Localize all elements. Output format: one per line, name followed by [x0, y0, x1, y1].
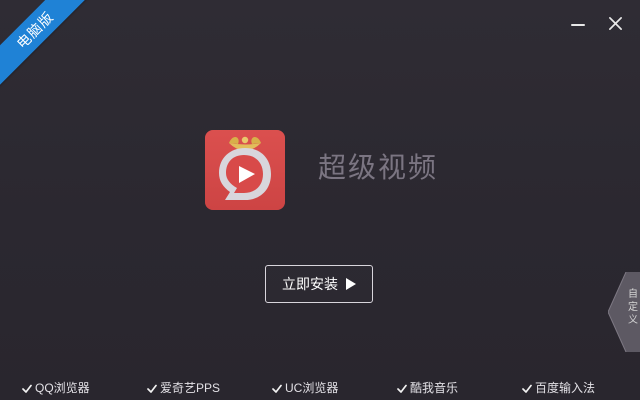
ribbon-text: 电脑版	[13, 8, 57, 52]
check-icon	[522, 384, 532, 393]
option-iqiyi-pps[interactable]: 爱奇艺PPS	[147, 380, 220, 396]
option-uc-browser[interactable]: UC浏览器	[272, 380, 338, 396]
option-label: UC浏览器	[285, 381, 339, 395]
customize-label: 自定义	[628, 289, 638, 326]
check-icon	[147, 384, 157, 393]
option-label: 酷我音乐	[410, 381, 459, 395]
app-logo-area	[205, 130, 285, 210]
option-label: 百度输入法	[535, 381, 596, 395]
app-name: 超级视频	[318, 153, 439, 184]
minimize-button[interactable]	[567, 12, 589, 34]
close-button[interactable]	[604, 12, 626, 34]
check-icon	[22, 384, 32, 393]
install-button[interactable]: 立即安装	[265, 265, 373, 303]
option-qq-browser[interactable]: QQ浏览器	[22, 380, 90, 396]
minimize-icon	[571, 24, 585, 26]
check-icon	[272, 384, 282, 393]
option-baidu-input[interactable]: 百度输入法	[522, 380, 595, 396]
version-ribbon: 电脑版	[0, 0, 94, 89]
customize-side-tab[interactable]: 自定义	[608, 272, 640, 352]
option-label: 爱奇艺PPS	[160, 381, 221, 395]
install-button-label: 立即安装	[282, 276, 338, 292]
option-label: QQ浏览器	[35, 381, 90, 395]
play-icon	[346, 278, 356, 290]
close-icon	[608, 16, 622, 30]
super-video-logo	[205, 130, 285, 210]
option-kuwo-music[interactable]: 酷我音乐	[397, 380, 458, 396]
installer-window: 电脑版 超级视频 立即安装 自定义 QQ浏览器 爱奇艺PPS UC浏览器 酷我音…	[0, 0, 640, 400]
check-icon	[397, 384, 407, 393]
